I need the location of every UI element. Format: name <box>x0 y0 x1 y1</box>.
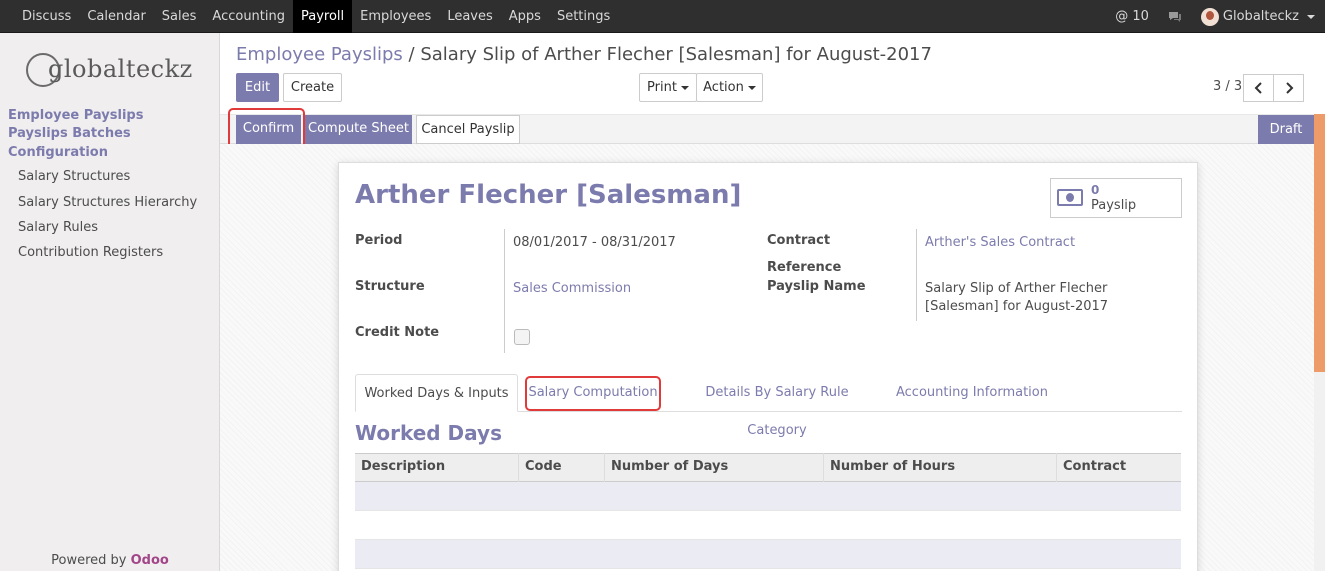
menu-leaves[interactable]: Leaves <box>439 0 500 33</box>
field-divider <box>504 229 505 353</box>
table-row[interactable] <box>355 482 1181 511</box>
sidebar-item-salary-structures-hierarchy[interactable]: Salary Structures Hierarchy <box>18 195 197 210</box>
chevron-down-icon <box>680 85 689 90</box>
sidebar: globalteckz Employee Payslips Payslips B… <box>0 33 220 571</box>
menu-discuss[interactable]: Discuss <box>14 0 79 33</box>
systray: @ 10 Globalteckz <box>1115 0 1315 33</box>
table-row[interactable] <box>355 511 1181 540</box>
pager-previous-button[interactable] <box>1243 74 1274 102</box>
breadcrumb: Employee Payslips / Salary Slip of Arthe… <box>236 44 932 65</box>
sidebar-item-employee-payslips[interactable]: Employee Payslips <box>8 108 143 123</box>
chevron-left-icon <box>1254 82 1262 94</box>
credit-note-checkbox[interactable] <box>514 329 530 345</box>
breadcrumb-separator: / <box>408 44 415 65</box>
column-number-of-days[interactable]: Number of Days <box>604 453 823 482</box>
compute-sheet-button[interactable]: Compute Sheet <box>305 115 412 144</box>
create-button[interactable]: Create <box>283 73 342 102</box>
menu-settings[interactable]: Settings <box>549 0 618 33</box>
structure-link[interactable]: Sales Commission <box>513 281 631 296</box>
scrollbar-thumb[interactable] <box>1314 114 1325 372</box>
period-value[interactable]: 08/01/2017 - 08/31/2017 <box>513 235 676 250</box>
mentions-counter[interactable]: @ 10 <box>1115 9 1149 24</box>
employee-name: Arther Flecher [Salesman] <box>355 180 742 210</box>
sidebar-item-salary-structures[interactable]: Salary Structures <box>18 169 130 184</box>
cancel-payslip-button[interactable]: Cancel Payslip <box>416 115 520 144</box>
sidebar-item-contribution-registers[interactable]: Contribution Registers <box>18 245 163 260</box>
money-icon <box>1057 189 1083 206</box>
user-name: Globalteckz <box>1222 9 1299 24</box>
worked-days-title: Worked Days <box>355 421 502 445</box>
menu-apps[interactable]: Apps <box>501 0 549 33</box>
menu-payroll[interactable]: Payroll <box>293 0 353 33</box>
column-description[interactable]: Description <box>355 453 518 482</box>
payslip-label: Payslip <box>1091 198 1137 213</box>
sidebar-item-salary-rules[interactable]: Salary Rules <box>18 220 98 235</box>
menu-accounting[interactable]: Accounting <box>204 0 293 33</box>
payslip-name-line-1[interactable]: Salary Slip of Arther Flecher <box>925 281 1107 296</box>
action-label: Action <box>703 80 744 95</box>
salary-computation-highlight-box <box>525 376 661 411</box>
sidebar-item-configuration[interactable]: Configuration <box>8 145 108 160</box>
status-draft: Draft <box>1258 115 1314 144</box>
column-number-of-hours[interactable]: Number of Hours <box>823 453 1056 482</box>
powered-prefix: Powered by <box>51 553 127 568</box>
logo-text: globalteckz <box>48 55 193 83</box>
table-row[interactable] <box>355 540 1181 569</box>
reference-label: Reference <box>767 260 842 275</box>
column-code[interactable]: Code <box>518 453 604 482</box>
menu-calendar[interactable]: Calendar <box>79 0 153 33</box>
user-menu[interactable]: Globalteckz <box>1200 7 1315 26</box>
powered-by: Powered by Odoo <box>0 553 220 568</box>
app-menu: Discuss Calendar Sales Accounting Payrol… <box>14 0 618 33</box>
chat-icon[interactable] <box>1167 10 1183 24</box>
sidebar-item-payslips-batches[interactable]: Payslips Batches <box>8 126 131 141</box>
credit-note-label: Credit Note <box>355 325 440 340</box>
payslip-name-label: Payslip Name <box>767 279 866 294</box>
menu-employees[interactable]: Employees <box>352 0 439 33</box>
payslip-count: 0 <box>1091 183 1100 197</box>
edit-button[interactable]: Edit <box>236 73 279 102</box>
print-dropdown[interactable]: Print <box>639 73 697 102</box>
chevron-right-icon <box>1285 82 1293 94</box>
avatar <box>1200 7 1219 26</box>
company-logo: globalteckz <box>26 51 196 91</box>
pager-next-button[interactable] <box>1273 74 1304 102</box>
odoo-link[interactable]: Odoo <box>131 553 169 568</box>
tab-details-by-salary-rule-category[interactable]: Details By Salary Rule Category <box>674 374 880 438</box>
period-label: Period <box>355 233 403 248</box>
breadcrumb-employee-payslips[interactable]: Employee Payslips <box>236 44 403 65</box>
payslip-name-line-2[interactable]: [Salesman] for August-2017 <box>925 299 1108 314</box>
action-dropdown[interactable]: Action <box>696 73 763 102</box>
field-divider <box>916 229 917 321</box>
print-label: Print <box>647 80 677 95</box>
pager-value: 3 / 3 <box>1213 79 1243 94</box>
menu-sales[interactable]: Sales <box>154 0 205 33</box>
contract-label: Contract <box>767 233 831 248</box>
breadcrumb-current: Salary Slip of Arther Flecher [Salesman]… <box>420 44 932 65</box>
tab-worked-days-inputs[interactable]: Worked Days & Inputs <box>355 374 518 412</box>
structure-label: Structure <box>355 279 425 294</box>
chevron-down-icon <box>747 85 756 90</box>
payslip-smart-button[interactable]: 0 Payslip <box>1050 178 1182 218</box>
contract-link[interactable]: Arther's Sales Contract <box>925 235 1075 250</box>
column-contract[interactable]: Contract <box>1056 453 1181 482</box>
tab-accounting-information[interactable]: Accounting Information <box>895 374 1049 412</box>
top-navbar: Discuss Calendar Sales Accounting Payrol… <box>0 0 1325 33</box>
chevron-down-icon <box>1307 14 1315 19</box>
